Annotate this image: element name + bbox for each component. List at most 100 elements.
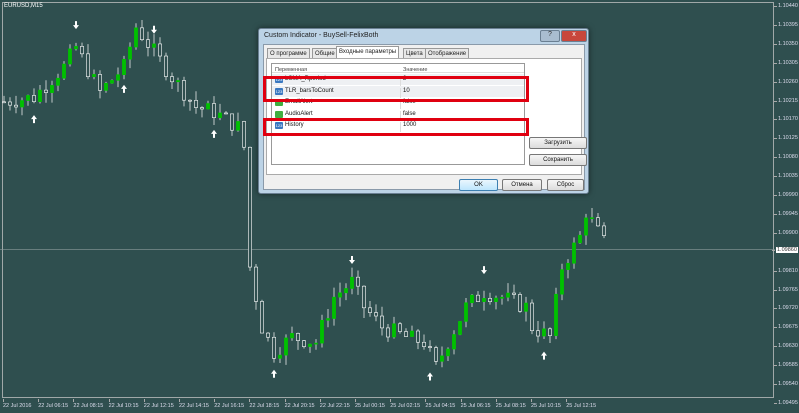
sell-arrow-icon [481, 266, 487, 275]
bull-candle [332, 296, 336, 319]
buy-arrow-icon [211, 129, 217, 138]
cancel-button[interactable]: Отмена [502, 179, 542, 191]
price-label: 1.09900 [774, 229, 798, 236]
price-label: 1.10080 [774, 154, 798, 161]
bear-candle [266, 332, 270, 338]
bull-candle [122, 58, 126, 75]
time-label: 25 Jul 12:15 [566, 399, 597, 409]
bear-candle [80, 46, 84, 55]
save-button[interactable]: Сохранить [529, 154, 587, 166]
bull-candle [116, 74, 120, 81]
highlight-box-period-params [263, 76, 529, 102]
bear-candle [140, 27, 144, 40]
bull-candle [62, 63, 66, 79]
bear-candle [14, 104, 18, 108]
bear-candle [164, 55, 168, 77]
bear-candle [530, 302, 534, 332]
buy-arrow-icon [271, 369, 277, 378]
highlight-box-history [263, 118, 529, 136]
price-label: 1.10035 [774, 173, 798, 180]
bear-candle [356, 276, 360, 287]
bull-candle [326, 318, 330, 321]
bear-candle [194, 100, 198, 108]
boolean-type-icon [275, 110, 283, 118]
sell-arrow-icon [73, 21, 79, 30]
time-label: 25 Jul 06:15 [460, 399, 491, 409]
bull-candle [554, 293, 558, 336]
price-label: 1.09990 [774, 192, 798, 199]
bull-candle [482, 298, 486, 302]
buy-arrow-icon [541, 351, 547, 360]
price-label: 1.09945 [774, 210, 798, 217]
column-variable[interactable]: Переменная [272, 64, 400, 73]
bear-candle [386, 327, 390, 338]
bear-candle [212, 103, 216, 118]
bear-candle [518, 294, 522, 312]
reset-button[interactable]: Сброс [547, 179, 584, 191]
time-label: 22 Jul 20:15 [284, 399, 315, 409]
time-label: 22 Jul 18:15 [249, 399, 280, 409]
sell-arrow-icon [151, 25, 157, 34]
bull-candle [152, 43, 156, 48]
bull-candle [524, 302, 528, 312]
bull-candle [458, 321, 462, 335]
bear-candle [476, 294, 480, 302]
time-label: 22 Jul 2016 [3, 399, 32, 409]
bull-candle [320, 319, 324, 344]
buy-arrow-icon [427, 372, 433, 381]
bear-candle [398, 323, 402, 332]
bear-candle [188, 99, 192, 102]
bull-candle [338, 292, 342, 298]
bear-candle [602, 225, 606, 236]
time-label: 22 Jul 12:15 [143, 399, 174, 409]
bull-candle [176, 80, 180, 83]
bear-candle [428, 346, 432, 348]
bear-candle [374, 312, 378, 317]
load-button[interactable]: Загрузить [529, 137, 587, 149]
bull-candle [74, 46, 78, 50]
price-label: 1.10215 [774, 97, 798, 104]
bear-candle [230, 113, 234, 131]
price-label: 1.09630 [774, 343, 798, 350]
price-label: 1.10350 [774, 40, 798, 47]
ok-button[interactable]: OK [459, 179, 498, 191]
bull-candle [440, 355, 444, 362]
bull-candle [464, 302, 468, 322]
bull-candle [134, 27, 138, 48]
bear-candle [422, 341, 426, 347]
column-value[interactable]: Значение [400, 64, 524, 73]
price-label: 1.09765 [774, 286, 798, 293]
bull-candle [494, 297, 498, 302]
bull-candle [392, 323, 396, 338]
price-label: 1.10125 [774, 135, 798, 142]
bull-candle [572, 242, 576, 264]
buy-arrow-icon [121, 84, 127, 93]
price-label: 1.10395 [774, 21, 798, 28]
bear-candle [224, 112, 228, 115]
price-label: 1.09540 [774, 381, 798, 388]
bull-candle [104, 82, 108, 91]
bull-candle [542, 328, 546, 337]
buy-arrow-icon [31, 115, 37, 124]
help-button[interactable]: ? [540, 30, 560, 42]
bear-candle [512, 292, 516, 295]
bear-candle [368, 307, 372, 313]
bull-candle [92, 74, 96, 78]
bull-candle [218, 112, 222, 118]
bull-candle [344, 288, 348, 294]
bear-candle [536, 330, 540, 337]
bear-candle [98, 74, 102, 91]
bull-candle [590, 217, 594, 219]
bear-candle [8, 101, 12, 106]
close-button[interactable]: x [561, 30, 587, 42]
bull-candle [452, 334, 456, 350]
bull-candle [470, 294, 474, 304]
bear-candle [296, 333, 300, 341]
price-label: 1.10305 [774, 59, 798, 66]
bull-candle [350, 276, 354, 289]
bull-candle [68, 48, 72, 65]
bull-candle [284, 337, 288, 356]
bear-candle [248, 146, 252, 268]
bull-candle [308, 343, 312, 347]
bear-candle [86, 53, 90, 78]
